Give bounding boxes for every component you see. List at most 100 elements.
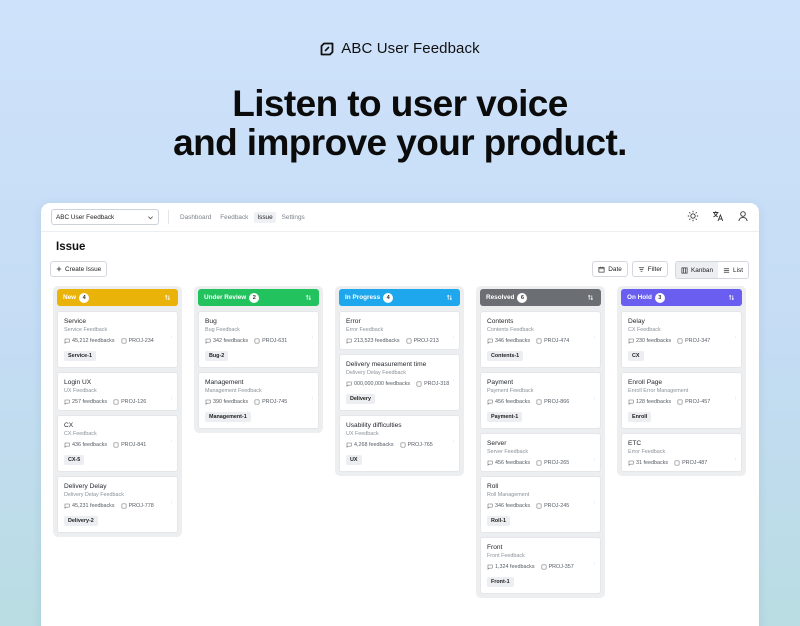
filter-button[interactable]: Filter bbox=[631, 261, 668, 277]
main-nav: Dashboard Feedback Issue Settings bbox=[177, 211, 308, 223]
issue-meta: 4,268 feedbacks PROJ-765 bbox=[346, 442, 454, 448]
nav-dashboard[interactable]: Dashboard bbox=[177, 212, 214, 223]
project-id-text: PROJ-213 bbox=[413, 338, 439, 344]
issue-title: Delivery Delay bbox=[64, 483, 107, 490]
issue-meta: 45,231 feedbacks PROJ-778 bbox=[64, 503, 172, 509]
issue-meta: 31 feedbacks PROJ-487 bbox=[628, 460, 736, 466]
issue-title: Delay bbox=[628, 318, 645, 325]
issue-title: Service bbox=[64, 318, 86, 325]
issue-card[interactable]: Delay CX Feedback 230 feedbacks PROJ-347 CX bbox=[621, 311, 742, 368]
drag-handle-icon[interactable] bbox=[593, 456, 596, 462]
drag-handle-icon[interactable] bbox=[311, 395, 314, 401]
issue-card[interactable]: Roll Roll Management 346 feedbacks PROJ-245… bbox=[480, 476, 601, 533]
list-view-button[interactable]: List bbox=[718, 262, 748, 278]
drag-handle-icon[interactable] bbox=[593, 395, 596, 401]
feedback-count: 346 feedbacks bbox=[487, 338, 530, 344]
issue-card[interactable]: Enroll Page Enroll Error Management 128 fe… bbox=[621, 372, 742, 429]
issue-tag: CX bbox=[628, 351, 644, 361]
feedback-count: 342 feedbacks bbox=[205, 338, 248, 344]
feedback-count-text: 346 feedbacks bbox=[495, 338, 531, 344]
message-icon bbox=[346, 338, 352, 344]
user-icon[interactable] bbox=[737, 210, 749, 222]
translate-icon[interactable] bbox=[712, 210, 724, 222]
drag-handle-icon[interactable] bbox=[452, 377, 455, 383]
column-title: In Progress bbox=[345, 294, 381, 301]
drag-handle-icon[interactable] bbox=[170, 438, 173, 444]
issue-category: Delivery Delay Feedback bbox=[64, 492, 124, 498]
project-id-text: PROJ-357 bbox=[548, 564, 574, 570]
drag-handle-icon[interactable] bbox=[734, 395, 737, 401]
issue-card[interactable]: Contents Contents Feedback 346 feedbacks PR… bbox=[480, 311, 601, 368]
project-id-text: PROJ-474 bbox=[544, 338, 570, 344]
drag-handle-icon[interactable] bbox=[170, 334, 173, 340]
hero-headline: Listen to user voice and improve your pr… bbox=[0, 84, 800, 162]
issue-tag: Delivery-2 bbox=[64, 516, 98, 526]
nav-settings[interactable]: Settings bbox=[279, 212, 308, 223]
feedback-count: 45,212 feedbacks bbox=[64, 338, 115, 344]
sort-icon[interactable] bbox=[446, 294, 453, 301]
top-icon-group bbox=[687, 210, 749, 222]
create-issue-button[interactable]: Create Issue bbox=[50, 261, 108, 277]
sort-icon[interactable] bbox=[728, 294, 735, 301]
issue-card[interactable]: Usability difficulties UX Feedback 4,268 f… bbox=[339, 415, 460, 472]
issue-category: Error Feedback bbox=[346, 327, 384, 333]
issue-card[interactable]: Login UX UX Feedback 257 feedbacks PROJ-126 bbox=[57, 372, 178, 411]
project-id-text: PROJ-265 bbox=[544, 460, 570, 466]
drag-handle-icon[interactable] bbox=[593, 334, 596, 340]
issue-card[interactable]: CX CX Feedback 436 feedbacks PROJ-841 CX-5 bbox=[57, 415, 178, 472]
issue-card[interactable]: Delivery Delay Delivery Delay Feedback 45,… bbox=[57, 476, 178, 533]
ticket-icon bbox=[416, 381, 422, 387]
issue-meta: 45,212 feedbacks PROJ-234 bbox=[64, 338, 172, 344]
nav-issue[interactable]: Issue bbox=[254, 211, 276, 223]
issue-meta: 000,000,000 feedbacks PROJ-318 bbox=[346, 381, 454, 387]
list-label: List bbox=[733, 266, 743, 274]
issue-title: Delivery measurement time bbox=[346, 361, 427, 368]
sort-icon[interactable] bbox=[164, 294, 171, 301]
page-title: Issue bbox=[56, 241, 86, 253]
drag-handle-icon[interactable] bbox=[170, 499, 173, 505]
kanban-board: New 4 Service Service Feedback 45,212 feedba… bbox=[53, 286, 746, 598]
drag-handle-icon[interactable] bbox=[452, 438, 455, 444]
issue-category: CX Feedback bbox=[628, 327, 661, 333]
drag-handle-icon[interactable] bbox=[593, 499, 596, 505]
issue-card[interactable]: ETC Error Feedback 31 feedbacks PROJ-487 bbox=[621, 433, 742, 472]
nav-feedback[interactable]: Feedback bbox=[217, 212, 251, 223]
column-header: In Progress 4 bbox=[339, 289, 460, 306]
issue-tag: Enroll bbox=[628, 412, 652, 422]
drag-handle-icon[interactable] bbox=[170, 395, 173, 401]
issue-card[interactable]: Service Service Feedback 45,212 feedbacks P… bbox=[57, 311, 178, 368]
column-title: Under Review bbox=[204, 294, 247, 301]
drag-handle-icon[interactable] bbox=[593, 560, 596, 566]
brand-header: ABC User Feedback bbox=[0, 40, 800, 57]
issue-card[interactable]: Server Server Feedback 456 feedbacks PROJ-2… bbox=[480, 433, 601, 472]
project-id: PROJ-347 bbox=[677, 338, 710, 344]
project-id-text: PROJ-318 bbox=[424, 381, 450, 387]
plus-icon bbox=[56, 266, 62, 272]
feedback-count-text: 31 feedbacks bbox=[636, 460, 669, 466]
drag-handle-icon[interactable] bbox=[311, 334, 314, 340]
message-icon bbox=[64, 338, 70, 344]
issue-card[interactable]: Error Error Feedback 213,523 feedbacks PROJ… bbox=[339, 311, 460, 350]
issue-card[interactable]: Management Management Feedback 390 feedbac… bbox=[198, 372, 319, 429]
message-icon bbox=[205, 399, 211, 405]
issue-tag: Payment-1 bbox=[487, 412, 523, 422]
project-id-text: PROJ-841 bbox=[121, 442, 147, 448]
feedback-count-text: 346 feedbacks bbox=[495, 503, 531, 509]
workspace-selector[interactable]: ABC User Feedback bbox=[51, 209, 159, 225]
issue-card[interactable]: Bug Bug Feedback 342 feedbacks PROJ-631 Bug-… bbox=[198, 311, 319, 368]
project-id: PROJ-457 bbox=[677, 399, 710, 405]
issue-card[interactable]: Delivery measurement time Delivery Delay … bbox=[339, 354, 460, 411]
issue-card[interactable]: Front Front Feedback 1,324 feedbacks PROJ-3… bbox=[480, 537, 601, 594]
issue-category: UX Feedback bbox=[64, 388, 97, 394]
project-id-text: PROJ-347 bbox=[685, 338, 711, 344]
issue-card[interactable]: Payment Payment Feedback 456 feedbacks PROJ… bbox=[480, 372, 601, 429]
sort-icon[interactable] bbox=[587, 294, 594, 301]
issue-tag: Front-1 bbox=[487, 577, 514, 587]
sun-icon[interactable] bbox=[687, 210, 699, 222]
drag-handle-icon[interactable] bbox=[452, 334, 455, 340]
sort-icon[interactable] bbox=[305, 294, 312, 301]
kanban-view-button[interactable]: Kanban bbox=[676, 262, 719, 278]
drag-handle-icon[interactable] bbox=[734, 456, 737, 462]
date-filter-button[interactable]: Date bbox=[592, 261, 628, 277]
drag-handle-icon[interactable] bbox=[734, 334, 737, 340]
